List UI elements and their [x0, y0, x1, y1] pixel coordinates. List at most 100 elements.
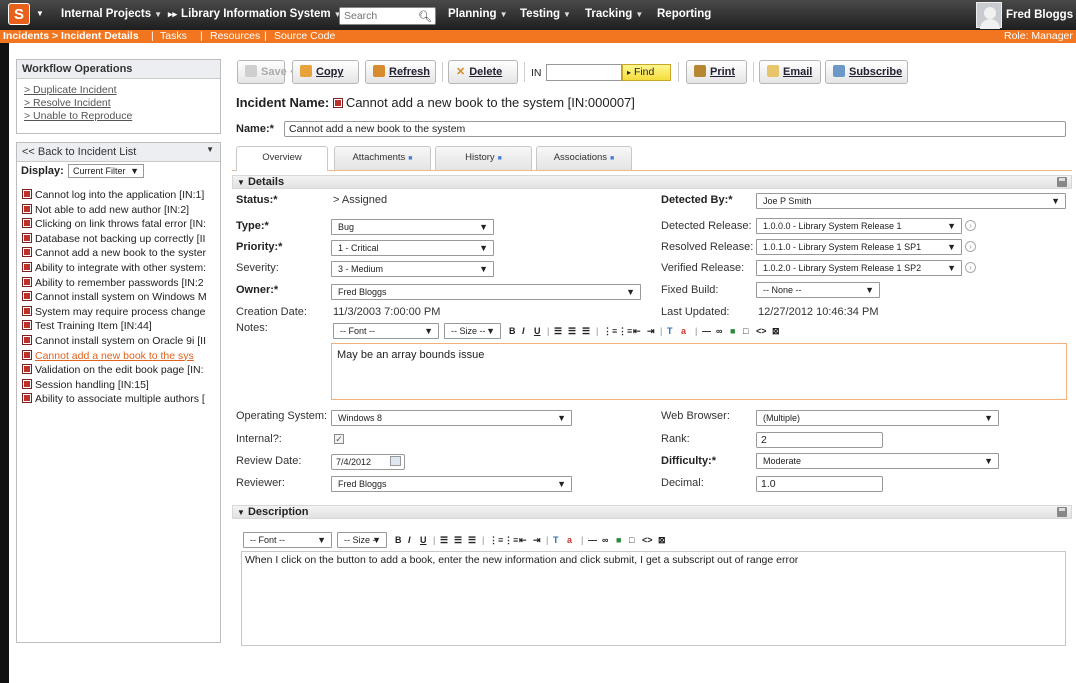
tab-overview[interactable]: Overview: [236, 146, 328, 171]
difficulty-select[interactable]: Moderate ▼: [756, 453, 999, 469]
italic-icon[interactable]: I: [522, 323, 525, 339]
notes-editor[interactable]: May be an array bounds issue: [331, 343, 1067, 400]
find-button[interactable]: ▸ Find: [622, 64, 671, 81]
go-arrow-icon[interactable]: ›: [965, 241, 976, 252]
background-color-icon[interactable]: a: [681, 323, 686, 339]
reviewer-select[interactable]: Fred Bloggs ▼: [331, 476, 572, 492]
incident-list-item[interactable]: Ability to remember passwords [IN:2: [22, 276, 219, 290]
unordered-list-icon[interactable]: ⋮≡: [618, 323, 632, 339]
incident-label[interactable]: Cannot add a new book to the syster: [35, 247, 206, 259]
incident-list-item[interactable]: Cannot add a new book to the sys: [22, 349, 219, 363]
table-icon[interactable]: □: [629, 532, 634, 548]
incident-label[interactable]: Cannot install system on Oracle 9i [II: [35, 335, 206, 347]
description-size-select[interactable]: -- Size -- ▼: [337, 532, 387, 548]
app-logo[interactable]: S: [8, 3, 30, 25]
display-filter-select[interactable]: Current Filter ▼: [68, 164, 144, 178]
align-center-icon[interactable]: ☰: [454, 532, 462, 548]
owner-select[interactable]: Fred Bloggs ▼: [331, 284, 641, 300]
details-section-header[interactable]: ▼ Details: [232, 175, 1072, 189]
indent-icon[interactable]: ⇥: [647, 323, 655, 339]
source-code-icon[interactable]: <>: [642, 532, 653, 548]
avatar[interactable]: [976, 2, 1002, 29]
incident-list-item[interactable]: Ability to integrate with other system:: [22, 262, 219, 275]
image-icon[interactable]: ■: [616, 532, 621, 548]
subscribe-button[interactable]: Subscribe: [825, 60, 908, 84]
logo-caret-icon[interactable]: ▼: [36, 9, 44, 18]
fullscreen-icon[interactable]: ⊠: [658, 532, 666, 548]
align-right-icon[interactable]: ☰: [582, 323, 590, 339]
search-box[interactable]: 🔍︎: [339, 7, 436, 25]
fullscreen-icon[interactable]: ⊠: [772, 323, 780, 339]
back-to-list-link[interactable]: << Back to Incident List ▼: [17, 143, 220, 162]
rank-field[interactable]: 2: [756, 432, 883, 448]
link-icon[interactable]: ∞: [602, 532, 608, 548]
outdent-icon[interactable]: ⇤: [519, 532, 527, 548]
back-link-label[interactable]: << Back to Incident List: [22, 146, 136, 158]
internal-checkbox[interactable]: ✓: [334, 434, 344, 444]
align-center-icon[interactable]: ☰: [568, 323, 576, 339]
incident-list-item[interactable]: Test Training Item [IN:44]: [22, 320, 219, 333]
severity-select[interactable]: 3 - Medium ▼: [331, 261, 494, 277]
go-arrow-icon[interactable]: ›: [965, 220, 976, 231]
link-icon[interactable]: ∞: [716, 323, 722, 339]
system-menu[interactable]: ▸▸ Library Information System ▼: [168, 8, 342, 20]
notes-font-select[interactable]: -- Font -- ▼: [333, 323, 439, 339]
align-right-icon[interactable]: ☰: [468, 532, 476, 548]
horizontal-rule-icon[interactable]: —: [588, 532, 597, 548]
incident-label[interactable]: Validation on the edit book page [IN:: [35, 364, 204, 376]
description-section-header[interactable]: ▼ Description: [232, 505, 1072, 519]
incident-label[interactable]: System may require process change: [35, 306, 205, 318]
type-select[interactable]: Bug ▼: [331, 219, 494, 235]
ordered-list-icon[interactable]: ⋮≡: [603, 323, 617, 339]
unable-to-reproduce-link[interactable]: > Unable to Reproduce: [24, 110, 132, 122]
incident-list-item[interactable]: Cannot log into the application [IN:1]: [22, 189, 219, 202]
chevron-down-icon[interactable]: ▼: [206, 145, 214, 154]
source-code-link[interactable]: Source Code: [274, 30, 335, 43]
decimal-field[interactable]: 1.0: [756, 476, 883, 492]
fixed-build-select[interactable]: -- None -- ▼: [756, 282, 880, 298]
user-name[interactable]: Fred Bloggs: [1006, 9, 1073, 21]
incident-label[interactable]: Database not backing up correctly [II: [35, 233, 205, 245]
incident-label[interactable]: Cannot add a new book to the sys: [35, 350, 194, 362]
incident-label[interactable]: Test Training Item [IN:44]: [35, 320, 152, 332]
underline-icon[interactable]: U: [420, 532, 427, 548]
projects-menu[interactable]: Internal Projects ▼: [61, 8, 162, 20]
duplicate-incident-link[interactable]: > Duplicate Incident: [24, 84, 117, 96]
collapse-icon[interactable]: ▼: [237, 508, 245, 517]
incident-label[interactable]: Cannot log into the application [IN:1]: [35, 189, 204, 201]
text-color-icon[interactable]: T: [553, 532, 559, 548]
detected-by-select[interactable]: Joe P Smith ▼: [756, 193, 1066, 209]
testing-menu[interactable]: Testing ▼: [520, 8, 571, 20]
delete-button[interactable]: ✕ Delete: [448, 60, 518, 84]
priority-select[interactable]: 1 - Critical ▼: [331, 240, 494, 256]
email-button[interactable]: Email: [759, 60, 821, 84]
notes-size-select[interactable]: -- Size -- ▼: [444, 323, 501, 339]
background-color-icon[interactable]: a: [567, 532, 572, 548]
tab-history[interactable]: History ■: [435, 146, 532, 170]
print-button[interactable]: Print: [686, 60, 747, 84]
outdent-icon[interactable]: ⇤: [633, 323, 641, 339]
incident-list-item[interactable]: System may require process change: [22, 305, 219, 319]
incident-list-item[interactable]: Cannot add a new book to the syster: [22, 247, 219, 260]
copy-button[interactable]: Copy: [292, 60, 359, 84]
search-icon[interactable]: 🔍︎: [418, 10, 432, 23]
save-section-icon[interactable]: [1057, 507, 1067, 517]
planning-menu[interactable]: Planning ▼: [448, 8, 507, 20]
incident-label[interactable]: Ability to associate multiple authors [: [35, 393, 205, 405]
status-value[interactable]: > Assigned: [333, 194, 387, 206]
description-font-select[interactable]: -- Font -- ▼: [243, 532, 332, 548]
bold-icon[interactable]: B: [509, 323, 516, 339]
ordered-list-icon[interactable]: ⋮≡: [489, 532, 503, 548]
italic-icon[interactable]: I: [408, 532, 411, 548]
tasks-link[interactable]: Tasks: [160, 30, 187, 43]
align-left-icon[interactable]: ☰: [554, 323, 562, 339]
incident-list-item[interactable]: Cannot install system on Windows M: [22, 291, 219, 304]
tab-associations[interactable]: Associations ■: [536, 146, 632, 170]
resolved-release-select[interactable]: 1.0.1.0 - Library System Release 1 SP1 ▼: [756, 239, 962, 255]
refresh-button[interactable]: Refresh: [365, 60, 436, 84]
reporting-menu[interactable]: Reporting: [657, 8, 711, 20]
incident-label[interactable]: Cannot install system on Windows M: [35, 291, 207, 303]
calendar-icon[interactable]: [390, 456, 401, 466]
search-input[interactable]: [340, 8, 410, 24]
web-browser-select[interactable]: (Multiple) ▼: [756, 410, 999, 426]
